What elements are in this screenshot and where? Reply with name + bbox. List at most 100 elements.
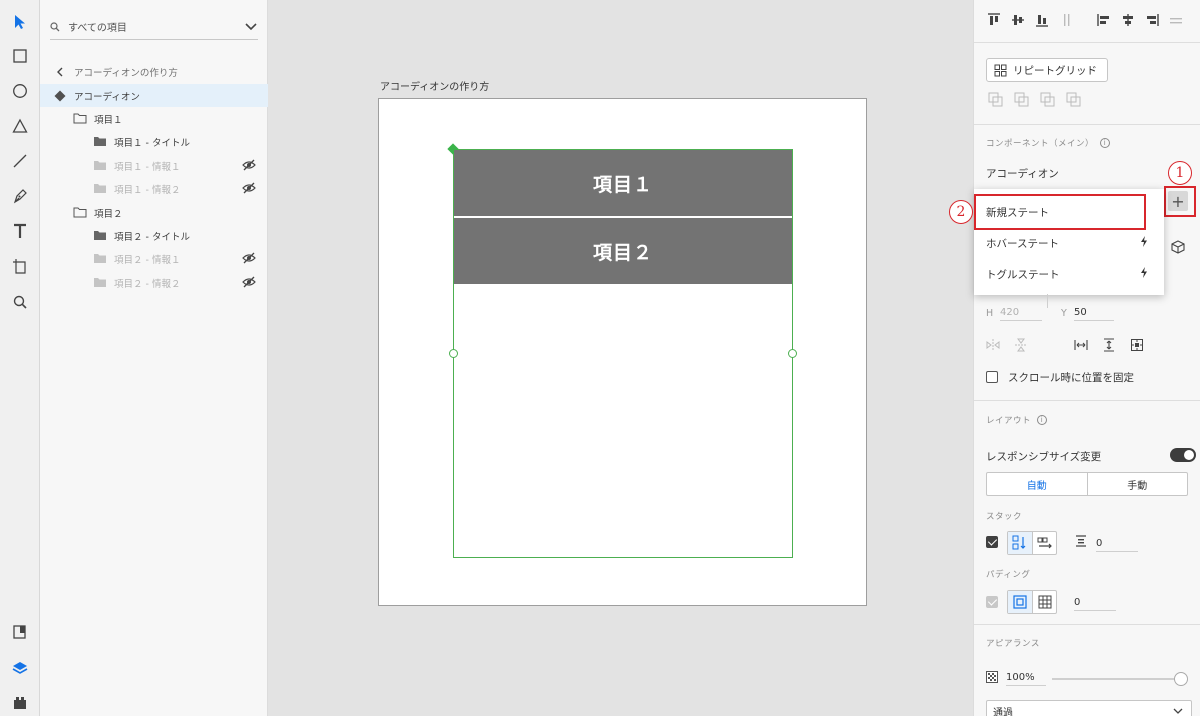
layer-item-group2-info1[interactable]: 項目２ - 情報１: [40, 247, 268, 270]
chevron-down-icon[interactable]: [244, 22, 258, 31]
resize-manual-button[interactable]: 手動: [1088, 473, 1188, 495]
intersect-icon[interactable]: [1040, 92, 1056, 111]
folder-filled-icon: [92, 275, 108, 291]
opacity-field[interactable]: 100%: [1006, 672, 1046, 686]
layer-item-group2[interactable]: 項目２: [40, 201, 268, 224]
stack-horizontal-icon[interactable]: [1032, 532, 1056, 554]
artboard[interactable]: 項目１ 項目２: [378, 98, 867, 606]
resize-mode-segmented: 自動 手動: [986, 472, 1188, 496]
resize-handle-left[interactable]: [449, 349, 458, 358]
opacity-slider-knob[interactable]: [1174, 672, 1188, 686]
layer-item-group2-title[interactable]: 項目２ - タイトル: [40, 224, 268, 247]
3d-transform-icon[interactable]: [1171, 240, 1185, 257]
rectangle-tool-icon[interactable]: [8, 44, 32, 68]
padding-uniform-icon[interactable]: [1008, 591, 1032, 613]
subtract-icon[interactable]: [1014, 92, 1030, 111]
layer-item-group1-info2[interactable]: 項目１ - 情報２: [40, 177, 268, 200]
text-tool-icon[interactable]: [8, 219, 32, 243]
annotation-highlight-new-state: [974, 194, 1146, 230]
lightning-icon: [1140, 236, 1148, 250]
eye-hidden-icon[interactable]: [242, 252, 256, 267]
artboard-tool-icon[interactable]: [8, 254, 32, 278]
align-center-icon[interactable]: [1120, 12, 1136, 28]
align-middle-icon[interactable]: [1010, 12, 1026, 28]
pen-tool-icon[interactable]: [8, 184, 32, 208]
align-right-icon[interactable]: [1144, 12, 1160, 28]
artboard-title[interactable]: アコーディオンの作り方: [380, 78, 489, 93]
layers-icon[interactable]: [8, 656, 32, 680]
design-canvas[interactable]: アコーディオンの作り方 項目１ 項目２: [268, 0, 973, 716]
transform-icons: [986, 338, 1144, 355]
chevron-left-icon: [52, 64, 68, 80]
blend-mode-value: 通過: [993, 707, 1013, 716]
add-icon[interactable]: [988, 92, 1004, 111]
responsive-resize-toggle[interactable]: [1170, 448, 1196, 462]
stack-vertical-icon[interactable]: [1008, 532, 1032, 554]
distribute-vertical-icon[interactable]: [1058, 12, 1074, 28]
menu-item-toggle-state[interactable]: トグルステート: [974, 259, 1164, 289]
padding-checkbox[interactable]: [986, 596, 998, 608]
eye-hidden-icon[interactable]: [242, 182, 256, 197]
stack-checkbox[interactable]: [986, 536, 998, 548]
grid-icon: [987, 64, 1013, 77]
padding-field[interactable]: 0: [1074, 597, 1116, 611]
padding-individual-icon[interactable]: [1032, 591, 1056, 613]
folder-filled-icon: [92, 251, 108, 267]
y-field[interactable]: 50: [1074, 307, 1114, 321]
info-icon[interactable]: i: [1100, 138, 1111, 148]
distribute-horizontal-icon[interactable]: [1168, 12, 1184, 28]
document-assets-icon[interactable]: [8, 620, 32, 644]
layer-item-group2-info2[interactable]: 項目２ - 情報２: [40, 271, 268, 294]
accordion-row-2[interactable]: 項目２: [454, 218, 792, 284]
annotation-callout-2: 2: [949, 200, 973, 224]
exclude-icon[interactable]: [1066, 92, 1082, 111]
layer-item-group1-info1[interactable]: 項目１ - 情報１: [40, 154, 268, 177]
separator: [974, 42, 1200, 43]
layer-item-accordion[interactable]: アコーディオン: [40, 84, 268, 107]
lightning-icon: [1140, 267, 1148, 281]
info-icon[interactable]: i: [1037, 415, 1048, 425]
padding-mode-group: [1007, 590, 1057, 614]
eye-hidden-icon[interactable]: [242, 159, 256, 174]
plugins-icon[interactable]: [8, 690, 32, 714]
folder-filled-icon: [92, 134, 108, 150]
responsive-resize-label: レスポンシブサイズ変更: [986, 451, 1102, 463]
layer-item-group1-title[interactable]: 項目１ - タイトル: [40, 130, 268, 153]
stack-spacing-field[interactable]: 0: [1096, 538, 1138, 552]
ellipse-tool-icon[interactable]: [8, 79, 32, 103]
opacity-slider[interactable]: [1052, 678, 1182, 680]
align-bottom-icon[interactable]: [1034, 12, 1050, 28]
eye-hidden-icon[interactable]: [242, 276, 256, 291]
accordion-component[interactable]: 項目１ 項目２: [447, 143, 797, 558]
search-input[interactable]: すべての項目: [68, 19, 244, 34]
align-left-icon[interactable]: [1096, 12, 1112, 28]
repeat-grid-button[interactable]: リピートグリッド: [986, 58, 1108, 82]
y-label: Y: [1061, 308, 1067, 319]
fix-scroll-label: スクロール時に位置を固定: [1008, 372, 1134, 384]
flip-horizontal-icon[interactable]: [986, 338, 1000, 355]
resize-auto-button[interactable]: 自動: [987, 473, 1088, 495]
select-tool-icon[interactable]: [8, 10, 32, 34]
resize-handle-right[interactable]: [788, 349, 797, 358]
component-diamond-icon: [52, 88, 68, 104]
polygon-tool-icon[interactable]: [8, 114, 32, 138]
layers-back-link[interactable]: アコーディオンの作り方: [40, 60, 268, 83]
zoom-tool-icon[interactable]: [8, 290, 32, 314]
height-field[interactable]: 420: [1000, 307, 1042, 321]
fix-scroll-checkbox[interactable]: [986, 371, 998, 383]
fixed-width-icon[interactable]: [1074, 338, 1088, 355]
accordion-row-1[interactable]: 項目１: [454, 150, 792, 216]
annotation-callout-1: 1: [1168, 161, 1192, 185]
fixed-height-icon[interactable]: [1102, 338, 1116, 355]
layers-search[interactable]: すべての項目: [50, 14, 258, 40]
align-top-icon[interactable]: [986, 12, 1002, 28]
layer-item-group1[interactable]: 項目１: [40, 107, 268, 130]
blend-mode-select[interactable]: 通過: [986, 700, 1192, 716]
layout-section-header: レイアウト i: [986, 414, 1048, 426]
boolean-ops: [988, 92, 1082, 111]
pin-edges-icon[interactable]: [1130, 338, 1144, 355]
flip-vertical-icon[interactable]: [1014, 338, 1028, 355]
line-tool-icon[interactable]: [8, 149, 32, 173]
padding-label: パディング: [986, 570, 1031, 580]
menu-item-hover-state[interactable]: ホバーステート: [974, 228, 1164, 258]
